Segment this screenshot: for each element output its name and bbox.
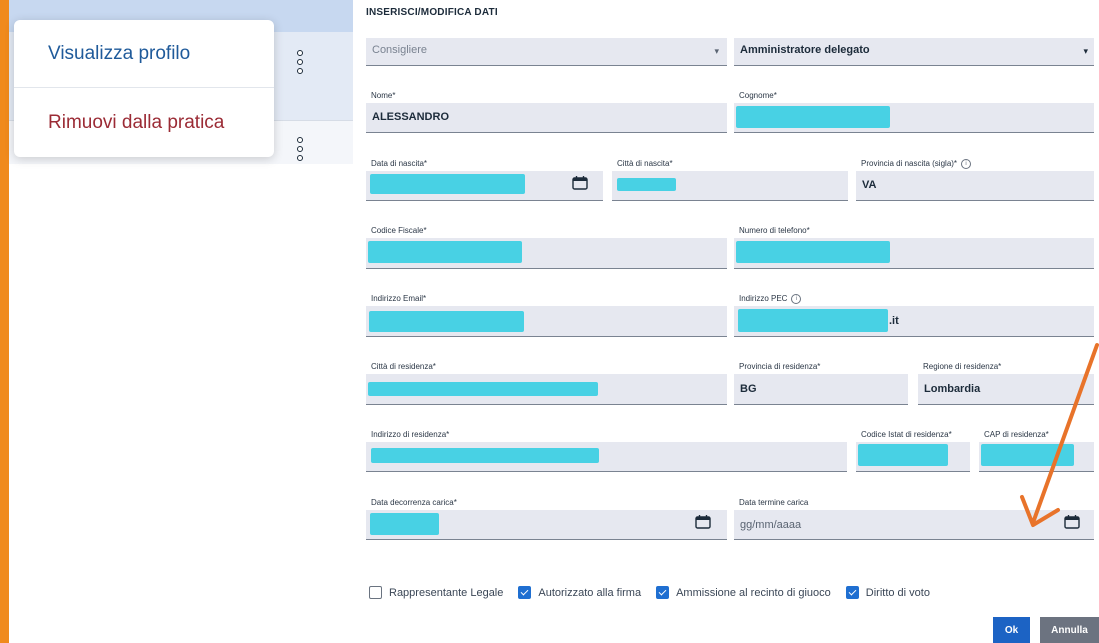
cap-field[interactable]: CAP di residenza* [979,427,1094,472]
field-label: Cognome* [739,91,777,100]
checkbox-group: Rappresentante Legale Autorizzato alla f… [369,586,945,599]
role-select-value: Consigliere [372,44,428,56]
info-icon[interactable]: i [961,159,972,169]
field-label: Data termine carica [739,498,809,507]
field-label: Città di residenza* [371,362,436,371]
left-edge-bar [0,0,9,643]
redacted-value [736,106,890,128]
cancel-button[interactable]: Annulla [1040,617,1099,643]
codice-istat-field[interactable]: Codice Istat di residenza* [856,427,970,472]
nome-field[interactable]: Nome* ALESSANDRO [366,88,727,133]
checkbox-checked-icon[interactable] [518,586,532,599]
codice-fiscale-field[interactable]: Codice Fiscale* [366,223,727,269]
field-label: Codice Istat di residenza* [861,430,952,439]
field-label: Indirizzo Email* [371,294,427,303]
checkbox-unchecked-icon[interactable] [369,586,382,599]
data-termine-input[interactable]: gg/mm/aaaa [740,519,801,531]
telefono-field[interactable]: Numero di telefono* [734,223,1094,269]
field-label: CAP di residenza* [984,430,1049,439]
chevron-down-icon: ▾ [1083,46,1088,56]
menu-item-view-profile[interactable]: Visualizza profilo [14,20,274,88]
provincia-residenza-field[interactable]: Provincia di residenza* BG [734,359,908,405]
checkbox-rappresentante-legale[interactable]: Rappresentante Legale [369,586,503,599]
field-label: Numero di telefono* [739,226,810,235]
menu-item-remove-from-case[interactable]: Rimuovi dalla pratica [14,89,274,157]
citta-nascita-field[interactable]: Città di nascita* [612,156,848,201]
field-label: Provincia di residenza* [739,362,821,371]
calendar-icon[interactable] [572,176,588,190]
redacted-value [617,178,676,191]
calendar-icon[interactable] [1064,515,1080,529]
more-options-icon[interactable] [297,137,303,161]
checkbox-ammissione-recinto[interactable]: Ammissione al recinto di giuoco [656,586,831,599]
redacted-value [368,382,598,396]
field-label: Codice Fiscale* [371,226,427,235]
field-label: Città di nascita* [617,159,673,168]
regione-residenza-input[interactable]: Lombardia [924,383,980,395]
citta-residenza-field[interactable]: Città di residenza* [366,359,727,405]
email-field[interactable]: Indirizzo Email* [366,291,727,337]
pec-suffix: .it [889,315,899,327]
data-nascita-field[interactable]: Data di nascita* [366,156,603,201]
redacted-value [370,513,439,535]
field-label: Indirizzo di residenza* [371,430,450,439]
chevron-down-icon: ▾ [714,46,719,56]
indirizzo-residenza-field[interactable]: Indirizzo di residenza* [366,427,847,472]
role-select[interactable]: Consigliere ▾ [366,38,727,66]
cognome-field[interactable]: Cognome* [734,88,1094,133]
provincia-nascita-field[interactable]: Provincia di nascita (sigla)* i VA [856,156,1094,201]
redacted-value [738,309,888,332]
field-label: Nome* [371,91,396,100]
context-menu: Visualizza profilo Rimuovi dalla pratica [14,20,274,157]
checkbox-checked-icon[interactable] [845,586,859,599]
position-select[interactable]: Amministratore delegato ▾ [734,38,1094,66]
nome-input[interactable]: ALESSANDRO [372,111,449,123]
field-label: Provincia di nascita (sigla)* i [861,159,972,169]
redacted-value [858,444,948,466]
data-decorrenza-field[interactable]: Data decorrenza carica* [366,495,727,540]
checkbox-autorizzato-firma[interactable]: Autorizzato alla firma [518,586,641,599]
provincia-nascita-input[interactable]: VA [862,179,876,191]
position-select-value: Amministratore delegato [740,44,870,56]
field-label: Data decorrenza carica* [371,498,457,507]
field-label: Indirizzo PEC i [739,294,802,304]
redacted-value [981,444,1074,466]
ok-button[interactable]: Ok [993,617,1030,643]
info-icon[interactable]: i [791,294,802,304]
redacted-value [368,241,522,263]
provincia-residenza-input[interactable]: BG [740,383,757,395]
more-options-icon[interactable] [297,50,303,74]
calendar-icon[interactable] [695,515,711,529]
redacted-value [370,174,525,194]
form-title: INSERISCI/MODIFICA DATI [366,7,498,18]
data-termine-field[interactable]: Data termine carica gg/mm/aaaa [734,495,1094,540]
regione-residenza-field[interactable]: Regione di residenza* Lombardia [918,359,1094,405]
redacted-value [371,448,599,463]
pec-field[interactable]: Indirizzo PEC i .it [734,291,1094,337]
redacted-value [736,241,890,263]
redacted-value [369,311,524,332]
checkbox-diritto-voto[interactable]: Diritto di voto [845,586,930,599]
field-label: Data di nascita* [371,159,428,168]
field-label: Regione di residenza* [923,362,1002,371]
checkbox-checked-icon[interactable] [656,586,670,599]
